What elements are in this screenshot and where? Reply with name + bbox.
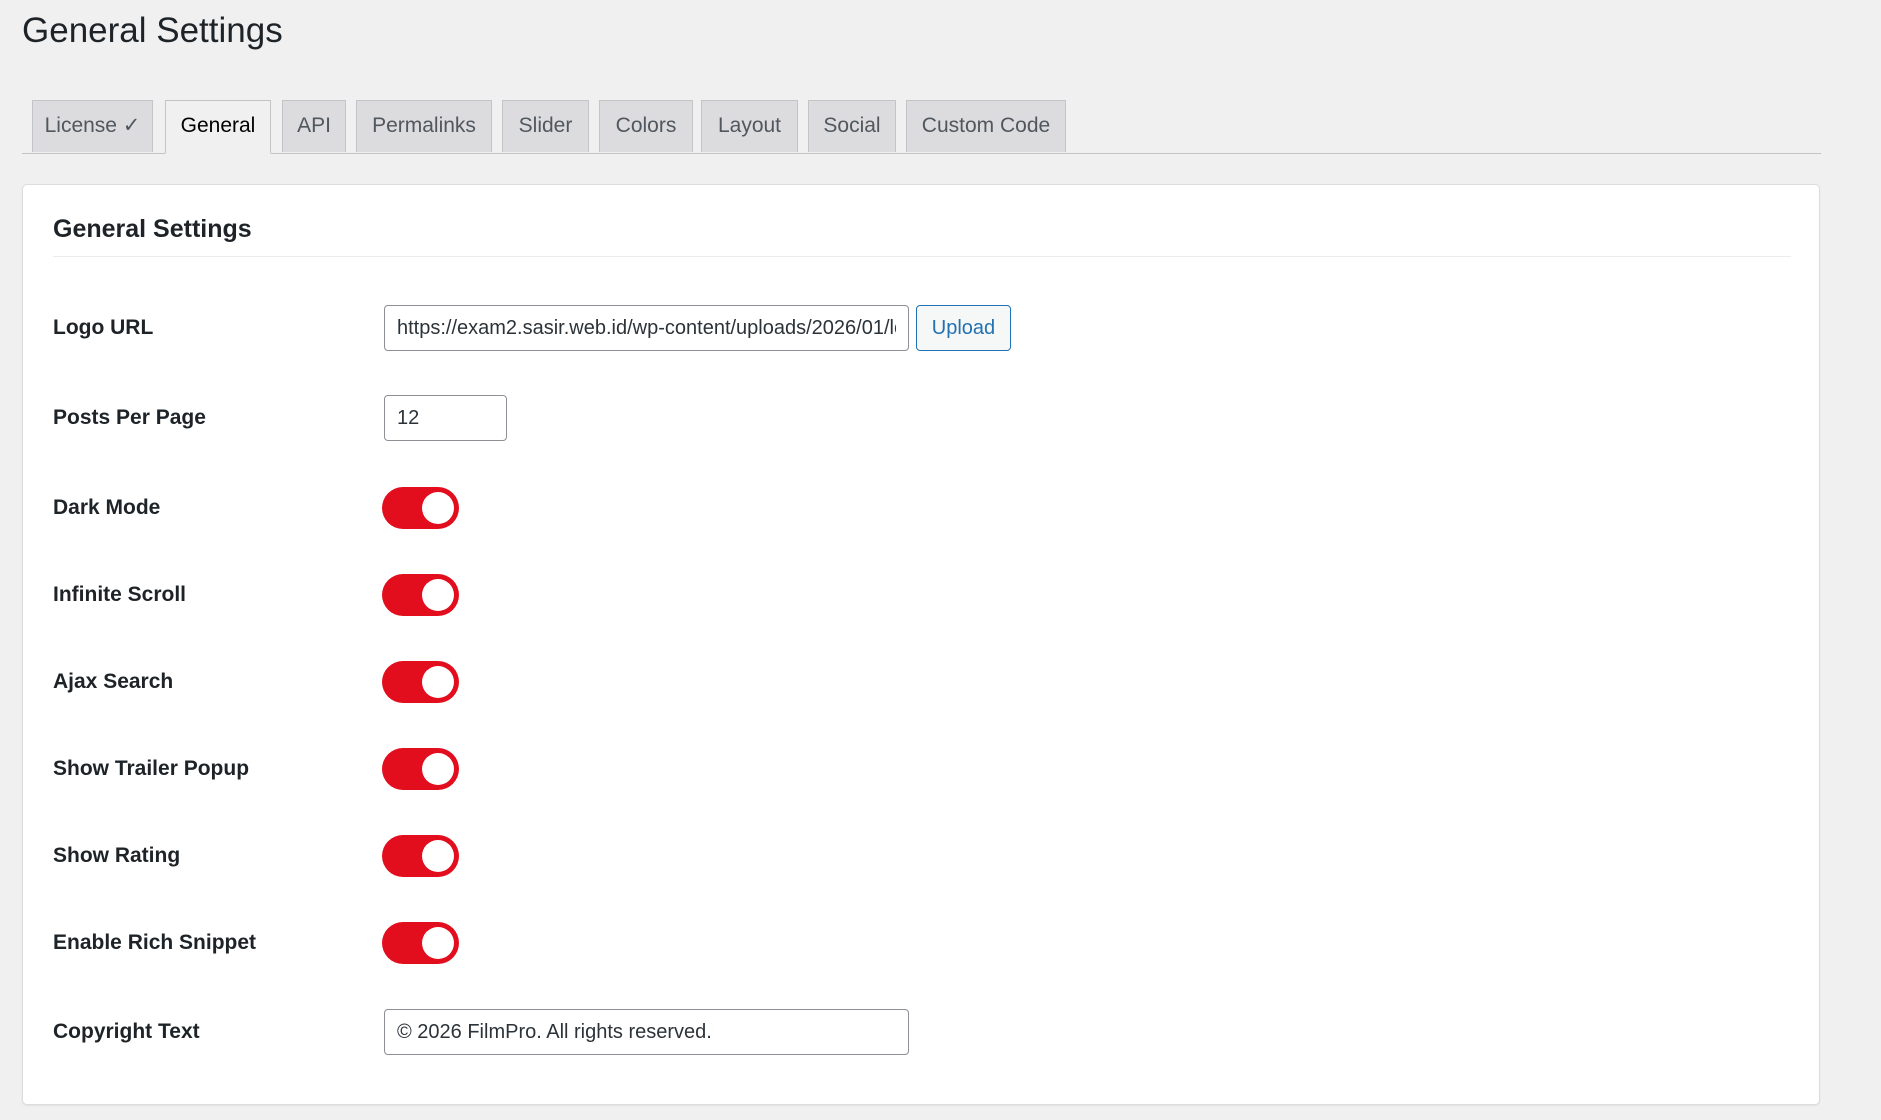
tab-permalinks[interactable]: Permalinks	[356, 100, 492, 152]
dark-mode-row: Dark Mode	[23, 485, 1819, 531]
show-rating-row: Show Rating	[23, 833, 1819, 879]
show-rating-label: Show Rating	[53, 844, 181, 867]
logo-url-row: Logo URL Upload	[23, 305, 1819, 351]
enable-rich-snippet-label: Enable Rich Snippet	[53, 931, 257, 954]
posts-per-page-label: Posts Per Page	[53, 406, 206, 429]
tab-social[interactable]: Social	[808, 100, 896, 152]
posts-per-page-input[interactable]	[384, 395, 507, 441]
logo-url-label: Logo URL	[53, 316, 154, 339]
show-trailer-popup-label: Show Trailer Popup	[53, 757, 250, 780]
settings-card: General Settings Logo URL Upload Posts P…	[22, 184, 1820, 1105]
ajax-search-label: Ajax Search	[53, 670, 174, 693]
tab-colors[interactable]: Colors	[599, 100, 693, 152]
ajax-search-row: Ajax Search	[23, 659, 1819, 705]
section-divider	[53, 256, 1791, 257]
infinite-scroll-row: Infinite Scroll	[23, 572, 1819, 618]
toggle-knob	[422, 927, 454, 959]
copyright-text-label: Copyright Text	[53, 1020, 200, 1043]
dark-mode-label: Dark Mode	[53, 496, 161, 519]
toggle-knob	[422, 840, 454, 872]
enable-rich-snippet-row: Enable Rich Snippet	[23, 920, 1819, 966]
tab-license[interactable]: License ✓	[32, 100, 153, 152]
copyright-text-row: Copyright Text	[23, 1009, 1819, 1055]
tab-api[interactable]: API	[282, 100, 346, 152]
tab-custom-code[interactable]: Custom Code	[906, 100, 1066, 152]
upload-button[interactable]: Upload	[916, 305, 1011, 351]
copyright-text-input[interactable]	[384, 1009, 909, 1055]
tab-general[interactable]: General	[165, 100, 271, 154]
dark-mode-toggle[interactable]	[382, 487, 459, 529]
toggle-knob	[422, 666, 454, 698]
toggle-knob	[422, 579, 454, 611]
show-trailer-popup-row: Show Trailer Popup	[23, 746, 1819, 792]
toggle-knob	[422, 753, 454, 785]
logo-url-input[interactable]	[384, 305, 909, 351]
show-rating-toggle[interactable]	[382, 835, 459, 877]
section-title: General Settings	[53, 215, 252, 243]
posts-per-page-row: Posts Per Page	[23, 395, 1819, 441]
settings-tabs: License ✓ General API Permalinks Slider …	[22, 100, 1821, 154]
infinite-scroll-label: Infinite Scroll	[53, 583, 187, 606]
page-title: General Settings	[22, 11, 283, 50]
show-trailer-popup-toggle[interactable]	[382, 748, 459, 790]
toggle-knob	[422, 492, 454, 524]
infinite-scroll-toggle[interactable]	[382, 574, 459, 616]
enable-rich-snippet-toggle[interactable]	[382, 922, 459, 964]
ajax-search-toggle[interactable]	[382, 661, 459, 703]
tab-slider[interactable]: Slider	[502, 100, 589, 152]
tab-layout[interactable]: Layout	[701, 100, 798, 152]
